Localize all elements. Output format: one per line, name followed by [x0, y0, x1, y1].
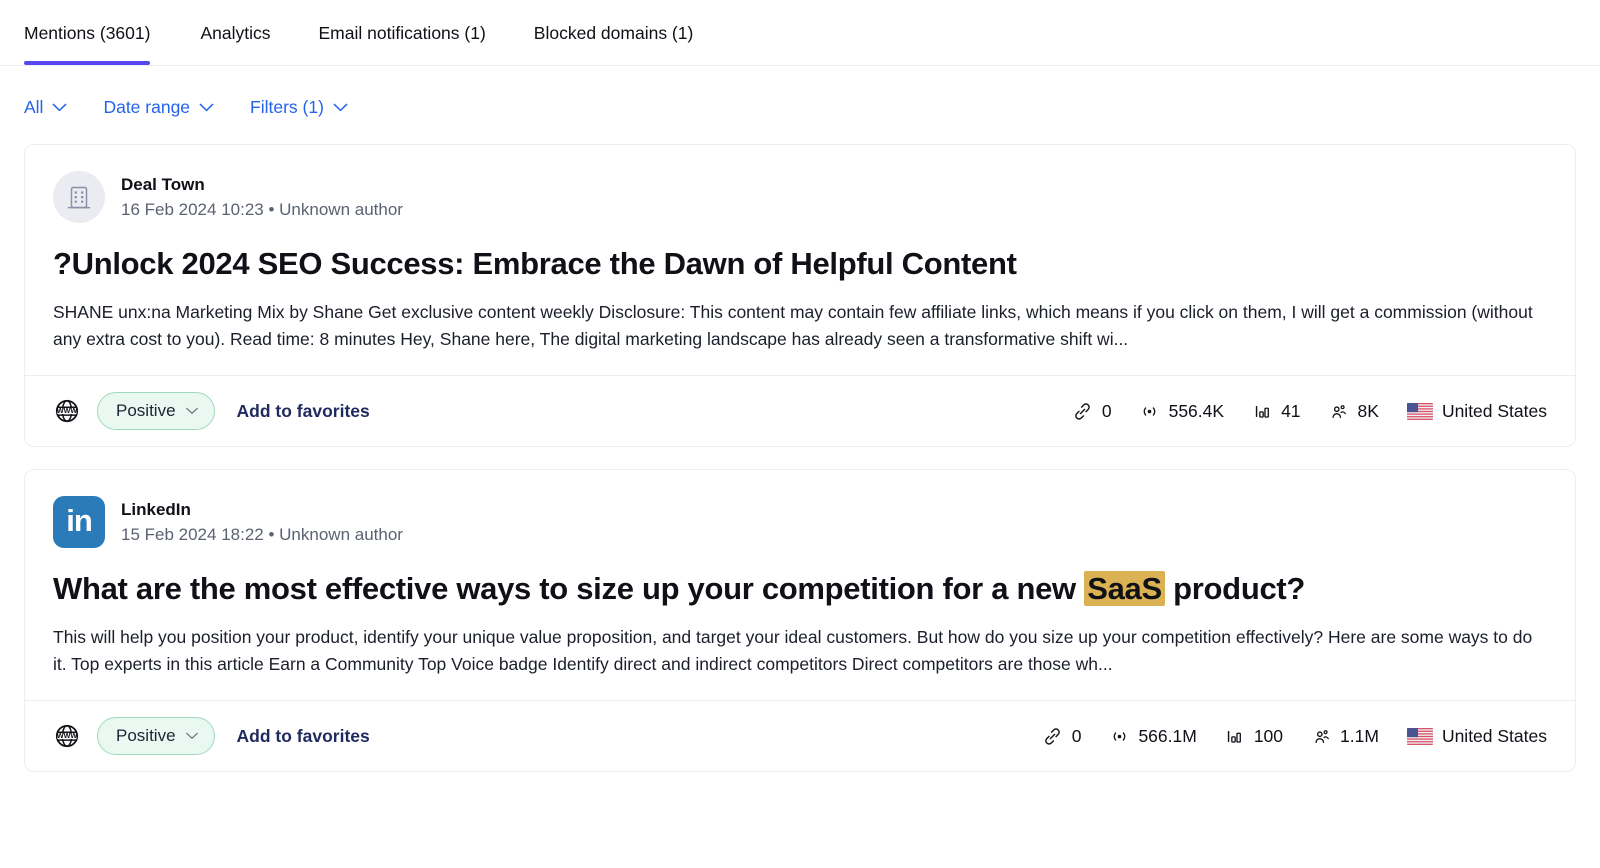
meta-separator: •: [268, 199, 275, 219]
filter-bar: All Date range Filters (1): [0, 66, 1600, 144]
users-icon: [1329, 401, 1349, 421]
mention-title-text: What are the most effective ways to size…: [53, 571, 1085, 606]
mention-title-text: ?Unlock 2024 SEO Success: Embrace the Da…: [53, 246, 1017, 281]
tab-email-notifications[interactable]: Email notifications (1): [295, 0, 510, 65]
tab-analytics[interactable]: Analytics: [176, 0, 294, 65]
metric-reach: 556.4K: [1140, 401, 1224, 422]
metric-audience-value: 8K: [1357, 400, 1379, 421]
mentions-list: Deal Town 16 Feb 2024 10:23 • Unknown au…: [0, 144, 1600, 772]
chevron-down-icon: [52, 103, 67, 112]
metric-backlinks: 0: [1043, 725, 1082, 747]
filter-all-label: All: [24, 97, 44, 117]
tab-mentions[interactable]: Mentions (3601): [24, 0, 176, 65]
svg-text:WWW: WWW: [57, 731, 78, 740]
mention-title[interactable]: ?Unlock 2024 SEO Success: Embrace the Da…: [53, 245, 1547, 283]
mention-metrics: 0 556.4K 41 8K United States: [1073, 401, 1547, 422]
metric-reach: 566.1M: [1109, 725, 1197, 747]
mention-title-highlight: SaaS: [1084, 571, 1165, 606]
sentiment-label: Positive: [116, 726, 176, 745]
metric-audience: 1.1M: [1311, 726, 1379, 747]
metric-audience-value: 1.1M: [1340, 725, 1379, 746]
mention-card-body: Deal Town 16 Feb 2024 10:23 • Unknown au…: [25, 145, 1575, 375]
metric-authority-value: 41: [1281, 400, 1301, 421]
signal-icon: [1109, 726, 1129, 746]
www-globe-icon: WWW: [53, 722, 81, 750]
metric-backlinks-value: 0: [1071, 725, 1082, 746]
metric-authority: 41: [1252, 400, 1301, 422]
mention-card[interactable]: in LinkedIn 15 Feb 2024 18:22 • Unknown …: [24, 469, 1576, 772]
mention-source-meta: LinkedIn 15 Feb 2024 18:22 • Unknown aut…: [121, 499, 403, 546]
building-icon: [53, 171, 105, 223]
sentiment-label: Positive: [116, 401, 176, 420]
add-to-favorites-button[interactable]: Add to favorites: [231, 726, 370, 747]
metric-country: United States: [1406, 725, 1547, 747]
mention-source-row: in LinkedIn 15 Feb 2024 18:22 • Unknown …: [53, 496, 1547, 548]
filter-all[interactable]: All: [24, 96, 67, 118]
mention-author: Unknown author: [279, 524, 403, 544]
bar-chart-icon: [1252, 401, 1272, 421]
tab-bar: Mentions (3601) Analytics Email notifica…: [0, 0, 1600, 66]
sentiment-dropdown[interactable]: Positive: [97, 717, 215, 755]
sentiment-dropdown[interactable]: Positive: [97, 392, 215, 430]
mention-source-row: Deal Town 16 Feb 2024 10:23 • Unknown au…: [53, 171, 1547, 223]
mention-title-text-suffix: product?: [1164, 571, 1306, 606]
filter-filters[interactable]: Filters (1): [250, 96, 348, 118]
link-icon: [1043, 726, 1063, 746]
mention-timestamp: 15 Feb 2024 18:22: [121, 524, 264, 544]
metric-country-value: United States: [1441, 725, 1547, 746]
add-to-favorites-button[interactable]: Add to favorites: [231, 401, 370, 422]
chevron-down-icon: [333, 103, 348, 112]
metric-reach-value: 566.1M: [1138, 725, 1197, 746]
mention-card[interactable]: Deal Town 16 Feb 2024 10:23 • Unknown au…: [24, 144, 1576, 447]
mention-source-name: Deal Town: [121, 174, 205, 194]
mention-snippet: This will help you position your product…: [53, 627, 1533, 674]
us-flag-icon: [1406, 727, 1433, 745]
mention-card-footer: WWW Positive Add to favorites: [25, 700, 1575, 771]
metric-authority: 100: [1225, 726, 1283, 747]
linkedin-badge-glyph: in: [53, 496, 105, 548]
mention-meta-line: 15 Feb 2024 18:22 • Unknown author: [121, 524, 403, 546]
meta-separator: •: [268, 524, 275, 544]
us-flag-icon: [1406, 402, 1433, 420]
users-icon: [1311, 726, 1331, 746]
mention-meta-line: 16 Feb 2024 10:23 • Unknown author: [121, 199, 403, 221]
metric-backlinks: 0: [1073, 401, 1112, 422]
mention-source-name: LinkedIn: [121, 499, 191, 519]
metric-reach-value: 556.4K: [1168, 400, 1225, 421]
filter-date-range-label: Date range: [103, 97, 191, 117]
linkedin-icon: in: [53, 496, 105, 548]
signal-icon: [1140, 401, 1160, 421]
mention-timestamp: 16 Feb 2024 10:23: [121, 199, 264, 219]
metric-country-value: United States: [1441, 400, 1547, 421]
mention-author: Unknown author: [279, 199, 403, 219]
chevron-down-icon: [199, 103, 214, 112]
metric-backlinks-value: 0: [1101, 400, 1112, 421]
svg-text:WWW: WWW: [57, 406, 78, 415]
filter-filters-label: Filters (1): [250, 97, 324, 117]
link-icon: [1073, 401, 1093, 421]
filter-date-range[interactable]: Date range: [103, 96, 214, 118]
metric-country: United States: [1406, 400, 1547, 422]
mention-source-meta: Deal Town 16 Feb 2024 10:23 • Unknown au…: [121, 174, 403, 221]
www-globe-icon: WWW: [53, 397, 81, 425]
tab-blocked-domains[interactable]: Blocked domains (1): [510, 0, 718, 65]
mention-title[interactable]: What are the most effective ways to size…: [53, 570, 1547, 608]
chevron-down-icon: [185, 407, 199, 415]
mention-card-body: in LinkedIn 15 Feb 2024 18:22 • Unknown …: [25, 470, 1575, 700]
chevron-down-icon: [185, 732, 199, 740]
metric-audience: 8K: [1329, 401, 1379, 422]
metric-authority-value: 100: [1253, 725, 1284, 746]
mention-metrics: 0 566.1M 100 1.1M United States: [1043, 726, 1547, 747]
mention-snippet: SHANE unx:na Marketing Mix by Shane Get …: [53, 302, 1533, 349]
mention-footer-actions: WWW Positive Add to favorites: [53, 717, 370, 755]
mention-card-footer: WWW Positive Add to favorites: [25, 375, 1575, 446]
mention-footer-actions: WWW Positive Add to favorites: [53, 392, 370, 430]
bar-chart-icon: [1225, 726, 1245, 746]
